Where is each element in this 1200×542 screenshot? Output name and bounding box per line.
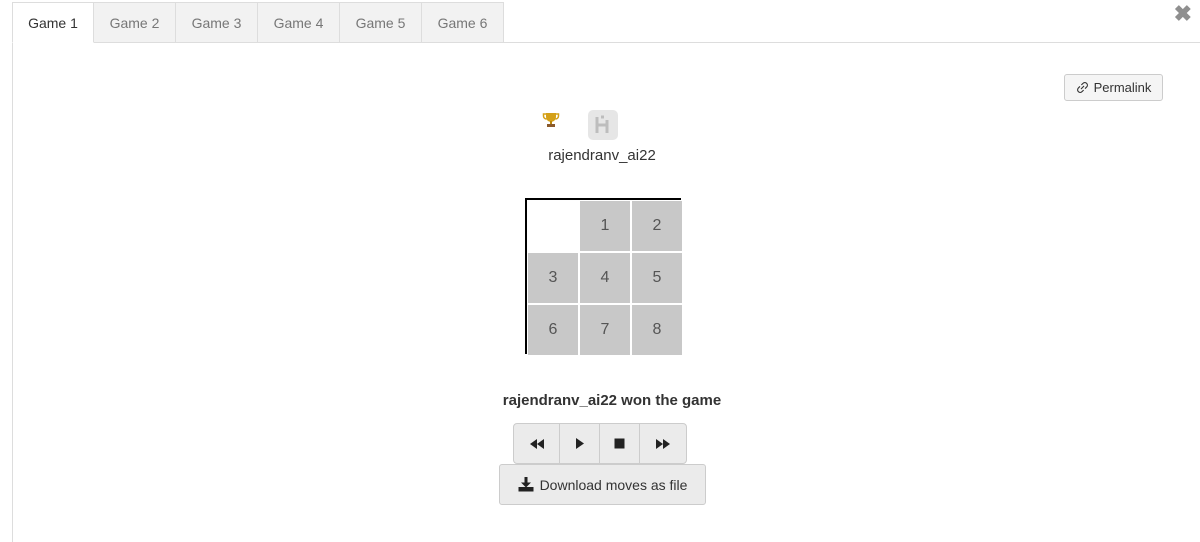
puzzle-board: 1 2 3 4 5 6 7 8 xyxy=(525,198,683,355)
puzzle-tile[interactable]: 1 xyxy=(580,201,630,251)
stop-icon xyxy=(614,438,625,449)
game-tabs: Game 1 Game 2 Game 3 Game 4 Game 5 Game … xyxy=(12,2,504,43)
close-icon[interactable]: ✖ xyxy=(1174,2,1192,26)
puzzle-tile[interactable]: 5 xyxy=(632,253,682,303)
rewind-icon xyxy=(529,438,544,449)
play-icon xyxy=(575,438,584,449)
board-frame-top xyxy=(525,198,681,200)
puzzle-tile[interactable]: 6 xyxy=(528,305,578,355)
puzzle-tile-empty xyxy=(528,201,578,251)
puzzle-tile[interactable]: 7 xyxy=(580,305,630,355)
player-name: rajendranv_ai22 xyxy=(548,147,656,164)
play-button[interactable] xyxy=(560,424,600,463)
permalink-label: Permalink xyxy=(1093,80,1152,95)
permalink-button[interactable]: Permalink xyxy=(1064,74,1163,101)
download-icon xyxy=(518,477,534,492)
fast-forward-button[interactable] xyxy=(640,424,686,463)
tab-game-4[interactable]: Game 4 xyxy=(258,2,340,43)
download-moves-label: Download moves as file xyxy=(539,476,688,493)
puzzle-tile[interactable]: 4 xyxy=(580,253,630,303)
tab-game-6[interactable]: Game 6 xyxy=(422,2,504,43)
tab-game-2[interactable]: Game 2 xyxy=(94,2,176,43)
player-logo-icon xyxy=(588,110,618,140)
tab-game-1[interactable]: Game 1 xyxy=(12,2,94,43)
board-frame-left xyxy=(525,198,527,354)
puzzle-tile[interactable]: 2 xyxy=(632,201,682,251)
game-result-status: rajendranv_ai22 won the game xyxy=(502,392,722,409)
trophy-icon xyxy=(542,113,560,127)
puzzle-tile[interactable]: 8 xyxy=(632,305,682,355)
playback-controls xyxy=(513,423,687,464)
fast-forward-icon xyxy=(656,438,670,449)
link-icon xyxy=(1076,82,1088,93)
stop-button[interactable] xyxy=(600,424,640,463)
logo-glyph-icon xyxy=(595,115,609,133)
puzzle-tile[interactable]: 3 xyxy=(528,253,578,303)
download-moves-button[interactable]: Download moves as file xyxy=(499,464,706,505)
rewind-button[interactable] xyxy=(514,424,560,463)
tab-game-5[interactable]: Game 5 xyxy=(340,2,422,43)
tab-game-3[interactable]: Game 3 xyxy=(176,2,258,43)
